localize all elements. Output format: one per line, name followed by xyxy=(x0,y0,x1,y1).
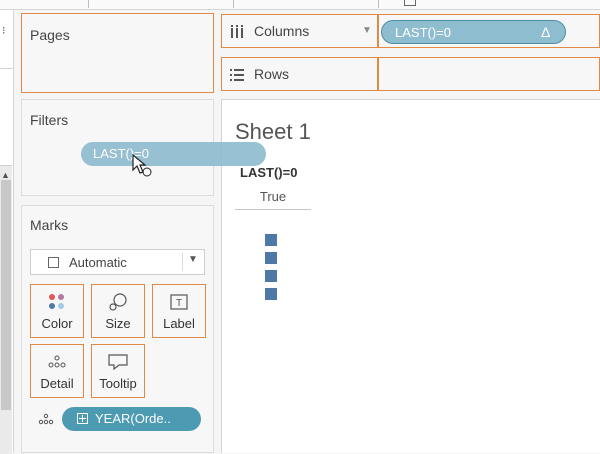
toolbar-separator xyxy=(88,0,89,8)
dragging-last-pill[interactable]: LAST()=0 xyxy=(81,142,266,166)
columns-label: Columns xyxy=(254,23,310,39)
drag-cursor-icon xyxy=(131,153,153,178)
color-label: Color xyxy=(41,316,73,331)
tooltip-label: Tooltip xyxy=(99,376,137,391)
tooltip-button[interactable]: Tooltip xyxy=(91,344,145,398)
scroll-up-icon[interactable]: ▲ xyxy=(1,170,10,180)
columns-shelf-label: Columns ▼ xyxy=(221,14,378,48)
scrollbar-thumb[interactable] xyxy=(1,180,11,410)
mark-type-label: Automatic xyxy=(69,255,127,270)
toolbar xyxy=(0,0,600,10)
pages-title: Pages xyxy=(30,27,70,43)
detail-small-icon xyxy=(38,412,54,431)
label-label: Label xyxy=(163,316,195,331)
pages-card[interactable]: Pages xyxy=(21,13,214,93)
mark-square[interactable] xyxy=(265,252,277,264)
label-icon: T xyxy=(153,293,205,310)
mark-square[interactable] xyxy=(265,270,277,282)
toolbar-icon[interactable] xyxy=(404,0,416,6)
detail-icon xyxy=(31,353,83,369)
label-button[interactable]: T Label xyxy=(152,284,206,338)
size-button[interactable]: Size xyxy=(91,284,145,338)
rows-shelf-label: Rows xyxy=(221,57,378,91)
detail-pill-label: YEAR(Orde.. xyxy=(95,411,171,426)
toolbar-separator xyxy=(378,0,379,8)
toolbar-separator xyxy=(233,0,234,8)
color-button[interactable]: Color xyxy=(30,284,84,338)
rows-label: Rows xyxy=(254,66,290,82)
delta-icon: Δ xyxy=(541,24,551,40)
column-header-true[interactable]: True xyxy=(235,189,311,204)
worksheet-view[interactable]: Sheet 1 LAST()=0 True xyxy=(221,99,600,453)
size-label: Size xyxy=(105,316,131,331)
expand-plus-icon[interactable] xyxy=(77,413,88,424)
filters-title: Filters xyxy=(30,112,69,128)
rows-icon xyxy=(230,68,244,87)
field-header[interactable]: LAST()=0 xyxy=(240,165,297,180)
tooltip-icon xyxy=(92,353,144,371)
header-divider xyxy=(235,209,311,210)
color-dots-icon xyxy=(31,293,83,309)
dropdown-divider xyxy=(182,253,183,271)
chevron-down-icon[interactable]: ▼ xyxy=(362,25,372,36)
svg-text:T: T xyxy=(176,298,182,309)
marks-title: Marks xyxy=(30,217,69,233)
columns-last-pill[interactable]: LAST()=0 Δ xyxy=(381,20,566,44)
automatic-mark-icon xyxy=(48,257,59,268)
pane-menu-icon[interactable]: ⁝ xyxy=(2,24,6,37)
size-icon xyxy=(92,293,144,311)
mark-square[interactable] xyxy=(265,288,277,300)
rows-shelf[interactable] xyxy=(378,57,600,91)
columns-pill-label: LAST()=0 xyxy=(395,25,451,40)
columns-icon xyxy=(230,25,244,44)
marks-card: Marks Automatic ▼ Color Size T Label Det… xyxy=(21,205,214,453)
data-pane-edge: ⁝ ▲ xyxy=(0,10,14,454)
detail-label: Detail xyxy=(40,376,74,391)
mark-type-dropdown[interactable]: Automatic ▼ xyxy=(30,249,205,275)
year-order-date-pill[interactable]: YEAR(Orde.. xyxy=(62,407,201,431)
pane-divider xyxy=(0,68,14,69)
chevron-down-icon[interactable]: ▼ xyxy=(188,254,198,265)
mark-square[interactable] xyxy=(265,234,277,246)
detail-button[interactable]: Detail xyxy=(30,344,84,398)
